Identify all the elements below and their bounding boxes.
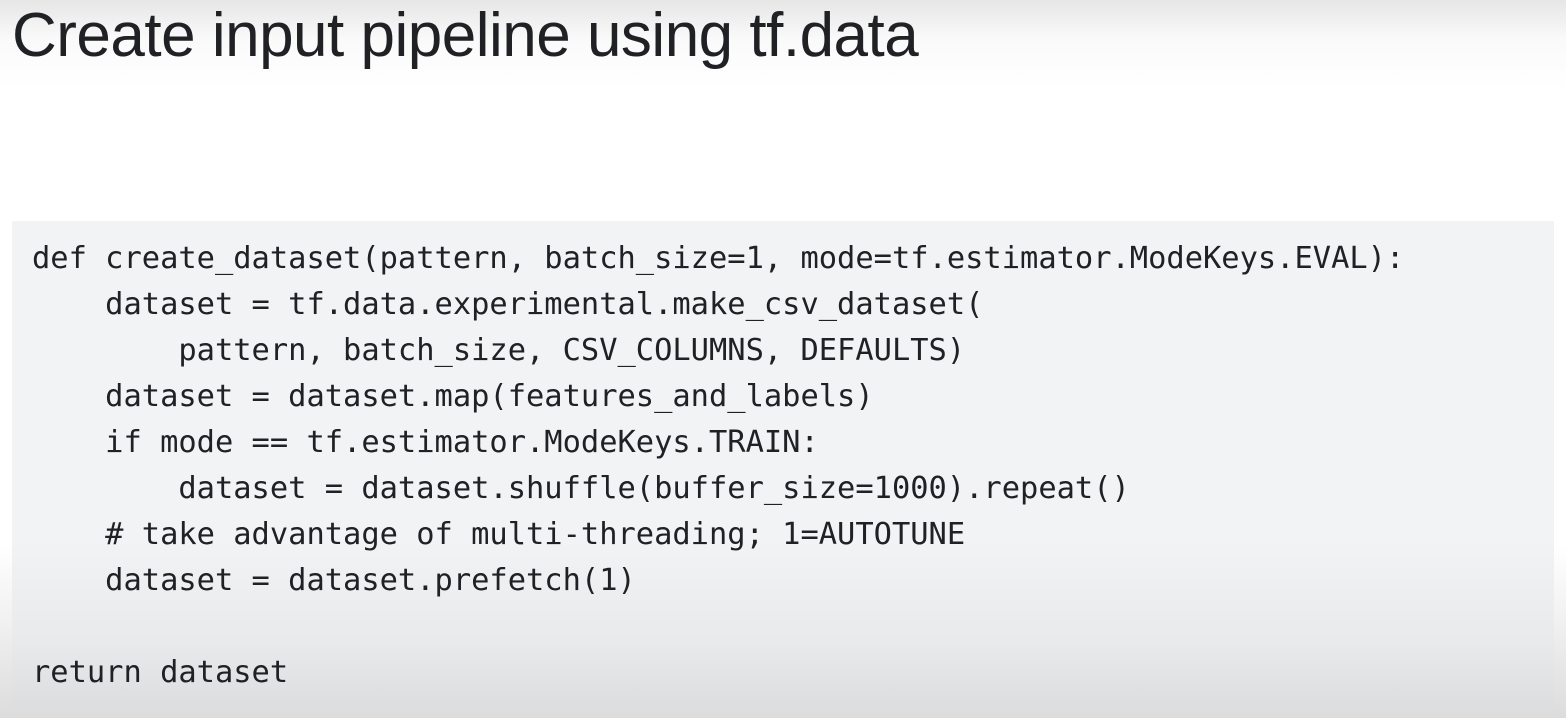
code-line-prefetch: dataset = dataset.prefetch(1): [32, 563, 636, 598]
code-line-def: def create_dataset(pattern, batch_size=1…: [32, 241, 1405, 276]
slide-title: Create input pipeline using tf.data: [12, 1, 919, 70]
code-line-make-csv-dataset: dataset = tf.data.experimental.make_csv_…: [32, 287, 984, 322]
code-line-if-train: if mode == tf.estimator.ModeKeys.TRAIN:: [32, 425, 819, 460]
code-line-return: return dataset: [32, 655, 289, 690]
code-block: def create_dataset(pattern, batch_size=1…: [12, 221, 1554, 709]
code-line-csv-args: pattern, batch_size, CSV_COLUMNS, DEFAUL…: [32, 333, 966, 368]
code-line-comment: # take advantage of multi-threading; 1=A…: [32, 517, 966, 552]
code-lines: def create_dataset(pattern, batch_size=1…: [32, 236, 1404, 696]
code-line-shuffle: dataset = dataset.shuffle(buffer_size=10…: [32, 471, 1130, 506]
code-line-map: dataset = dataset.map(features_and_label…: [32, 379, 874, 414]
